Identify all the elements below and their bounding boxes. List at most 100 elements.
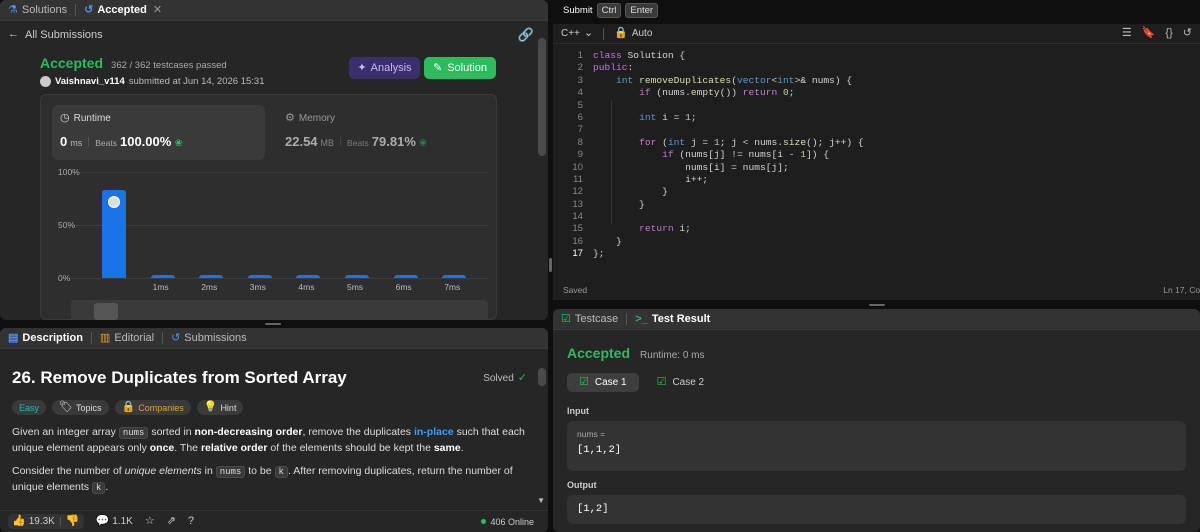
- language-select[interactable]: C++ ⌄: [561, 28, 593, 40]
- share-icon[interactable]: ⇗: [167, 516, 176, 527]
- back-link[interactable]: ← All Submissions: [8, 29, 103, 41]
- submission-panel-header: ⚗ Solutions ↺ Accepted ✕: [0, 0, 548, 21]
- code-line[interactable]: public:: [593, 62, 864, 74]
- chart-y-tick: 100%: [58, 167, 80, 177]
- stats-area: ◷ Runtime 0 ms Beats 100.00% ❀ ⚙ Memory …: [40, 94, 497, 320]
- chart-bar[interactable]: [296, 275, 321, 278]
- horizontal-splitter-handle[interactable]: [265, 323, 281, 325]
- paragraph-2: Consider the number of unique elements i…: [12, 465, 513, 494]
- chart-bar[interactable]: [345, 275, 369, 278]
- sparkle-icon: ✦: [357, 61, 367, 74]
- code-line[interactable]: };: [593, 248, 864, 260]
- lightbulb-icon: 💡: [203, 401, 218, 413]
- star-icon[interactable]: ☆: [145, 516, 155, 527]
- tab-testcase[interactable]: ☑ Testcase: [561, 313, 618, 325]
- back-row: ← All Submissions 🔗: [0, 21, 548, 48]
- code-line[interactable]: }: [593, 186, 864, 198]
- code-line[interactable]: [593, 100, 864, 112]
- line-number: 7: [577, 124, 583, 136]
- runtime-chart: 100% 50% 0% 1ms 2ms 3ms 4ms 5ms 6ms 7ms: [41, 95, 498, 320]
- problem-title[interactable]: 26. Remove Duplicates from Sorted Array: [12, 368, 347, 388]
- case-1-tab[interactable]: ☑ Case 1: [567, 373, 639, 392]
- code-line[interactable]: class Solution {: [593, 50, 864, 62]
- hint-tag[interactable]: 💡 Hint: [196, 400, 244, 415]
- vertical-splitter-handle[interactable]: [549, 258, 552, 272]
- code-line[interactable]: return i;: [593, 223, 864, 235]
- chart-bar[interactable]: [247, 275, 272, 278]
- scrollbar[interactable]: [538, 38, 546, 156]
- tag-row: Easy 🏷 Topics 🔒 Companies 💡 Hint: [12, 400, 527, 415]
- tab-description[interactable]: ▤ Description: [8, 332, 83, 344]
- code-line[interactable]: [593, 211, 864, 223]
- distribution-strip: [71, 300, 488, 320]
- output-box: [1,2]: [567, 495, 1186, 524]
- chart-x-tick: 7ms: [444, 282, 461, 292]
- description-scrollbar[interactable]: [538, 368, 546, 386]
- chart-gridline: [71, 225, 488, 226]
- topics-tag[interactable]: 🏷 Topics: [52, 400, 109, 415]
- line-number: 6: [577, 111, 583, 123]
- format-icon[interactable]: ☰: [1122, 28, 1132, 39]
- variable-label: nums =: [577, 429, 606, 439]
- tab-divider: [75, 4, 77, 16]
- in-place-link[interactable]: in-place: [414, 426, 454, 438]
- code-line[interactable]: if (nums[j] != nums[i - 1]) {: [593, 149, 864, 161]
- horizontal-splitter-handle-right[interactable]: [869, 304, 885, 306]
- like-button[interactable]: 👍 19.3K 👎: [8, 514, 84, 529]
- lock-icon: 🔒: [614, 27, 628, 39]
- document-icon: ▤: [8, 331, 19, 344]
- code-line[interactable]: }: [593, 199, 864, 211]
- line-number: 10: [572, 161, 583, 173]
- flask-icon: ⚗: [8, 3, 18, 16]
- submission-summary: Accepted 362 / 362 testcases passed Vais…: [40, 55, 264, 87]
- check-icon: ☑: [579, 376, 589, 388]
- submit-button[interactable]: Submit: [563, 5, 593, 16]
- comments-button[interactable]: 💬 1.1K: [96, 516, 133, 528]
- link-icon[interactable]: 🔗: [518, 28, 534, 41]
- tab-solutions[interactable]: ⚗ Solutions: [8, 4, 67, 16]
- tab-editorial[interactable]: ▥ Editorial: [100, 332, 154, 344]
- checkbox-icon: ☑: [561, 312, 571, 325]
- solution-button[interactable]: ✎ Solution: [424, 57, 496, 79]
- case-2-tab[interactable]: ☑ Case 2: [645, 373, 717, 392]
- testcase-count: 362 / 362 testcases passed: [111, 60, 227, 71]
- tab-test-result[interactable]: >_ Test Result: [635, 313, 710, 325]
- code-line[interactable]: if (nums.empty()) return 0;: [593, 87, 864, 99]
- chart-bar[interactable]: [442, 275, 467, 278]
- scroll-arrow-down[interactable]: ▼: [537, 496, 545, 505]
- tab-submissions[interactable]: ↺ Submissions: [171, 332, 247, 344]
- edit-icon: ✎: [433, 61, 443, 74]
- code-line[interactable]: nums[i] = nums[j];: [593, 162, 864, 174]
- chart-bar[interactable]: [393, 275, 418, 278]
- description-tabs: ▤ Description ▥ Editorial ↺ Submissions: [0, 328, 548, 349]
- line-number: 9: [577, 149, 583, 161]
- analysis-button[interactable]: ✦ Analysis: [349, 57, 420, 79]
- code-line[interactable]: for (int j = 1; j < nums.size(); j++) {: [593, 137, 864, 149]
- chart-bar[interactable]: [199, 275, 224, 278]
- submit-toolbar: Submit Ctrl Enter: [553, 0, 1200, 20]
- companies-tag[interactable]: 🔒 Companies: [114, 400, 191, 415]
- username[interactable]: Vaishnavi_v114: [55, 76, 125, 87]
- tab-accepted[interactable]: ↺ Accepted ✕: [84, 4, 162, 16]
- code-line[interactable]: i++;: [593, 174, 864, 186]
- submission-panel: ⚗ Solutions ↺ Accepted ✕ ← All Submissio…: [0, 0, 548, 320]
- code-area[interactable]: 1 2 3 4 5 6 7 8 9 10 11 12 13 14 15 16 17 class Solution…: [553, 50, 1200, 270]
- reset-icon[interactable]: ↺: [1183, 28, 1192, 39]
- terminal-icon: >_: [635, 312, 648, 325]
- code-line[interactable]: }: [593, 236, 864, 248]
- arrow-left-icon: ←: [8, 28, 19, 40]
- line-number: 11: [573, 173, 583, 185]
- help-icon[interactable]: ?: [188, 516, 194, 527]
- code-line[interactable]: [593, 124, 864, 136]
- chart-bar[interactable]: [150, 275, 175, 278]
- code-line[interactable]: int removeDuplicates(vector<int>& nums) …: [593, 75, 864, 87]
- code-lines[interactable]: class Solution {public: int removeDuplic…: [593, 50, 864, 261]
- auto-mode[interactable]: 🔒 Auto: [614, 27, 652, 40]
- code-line[interactable]: int i = 1;: [593, 112, 864, 124]
- bookmark-icon[interactable]: 🔖: [1142, 28, 1156, 39]
- avatar[interactable]: [40, 76, 51, 87]
- result-tabs: ☑ Testcase >_ Test Result: [553, 309, 1200, 330]
- check-circle-icon: ✓: [517, 371, 527, 384]
- close-icon[interactable]: ✕: [153, 4, 162, 16]
- braces-icon[interactable]: {}: [1165, 28, 1172, 39]
